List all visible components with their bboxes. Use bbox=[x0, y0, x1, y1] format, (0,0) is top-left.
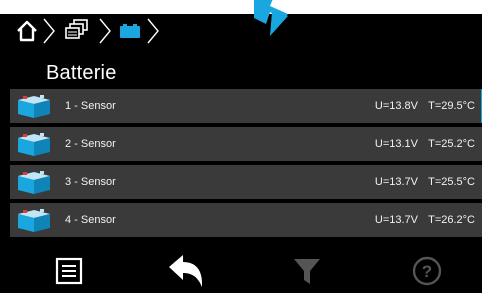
sensor-name: 2 - Sensor bbox=[65, 138, 116, 150]
footer-toolbar: ? bbox=[0, 246, 482, 293]
sensor-row[interactable]: 4 - Sensor U=13.7V T=26.2°C bbox=[10, 203, 482, 237]
sensor-list: 1 - Sensor U=13.8V T=29.5°C 2 - Sensor U… bbox=[10, 89, 482, 241]
page-title: Batterie bbox=[46, 62, 117, 84]
battery-icon bbox=[120, 24, 140, 38]
sensor-temperature: T=26.2°C bbox=[428, 214, 475, 226]
chevron-right-icon bbox=[99, 18, 111, 44]
car-battery-icon bbox=[18, 133, 50, 156]
home-icon bbox=[17, 20, 37, 42]
car-battery-icon bbox=[18, 171, 50, 194]
sensor-voltage: U=13.7V bbox=[374, 176, 418, 188]
chevron-right-icon bbox=[147, 18, 159, 44]
help-icon: ? bbox=[412, 256, 442, 286]
car-battery-icon bbox=[18, 209, 50, 232]
sensor-voltage: U=13.7V bbox=[374, 214, 418, 226]
pointer-arrow-icon bbox=[254, 0, 288, 36]
car-battery-icon bbox=[18, 95, 50, 118]
breadcrumb bbox=[12, 16, 172, 46]
breadcrumb-battery[interactable] bbox=[114, 16, 146, 46]
sensor-row[interactable]: 2 - Sensor U=13.1V T=25.2°C bbox=[10, 127, 482, 161]
sensor-temperature: T=29.5°C bbox=[428, 100, 475, 112]
svg-text:?: ? bbox=[422, 262, 432, 281]
sensor-name: 1 - Sensor bbox=[65, 100, 116, 112]
menu-icon bbox=[55, 257, 83, 285]
sensor-name: 4 - Sensor bbox=[65, 214, 116, 226]
filter-button[interactable] bbox=[286, 250, 328, 292]
sensor-temperature: T=25.5°C bbox=[428, 176, 475, 188]
breadcrumb-home[interactable] bbox=[12, 16, 42, 46]
pages-icon bbox=[65, 19, 88, 39]
help-button[interactable]: ? bbox=[406, 250, 448, 292]
breadcrumb-pages[interactable] bbox=[58, 16, 98, 46]
sensor-row[interactable]: 3 - Sensor U=13.7V T=25.5°C bbox=[10, 165, 482, 199]
sensor-temperature: T=25.2°C bbox=[428, 138, 475, 150]
sensor-voltage: U=13.8V bbox=[374, 100, 418, 112]
sensor-row[interactable]: 1 - Sensor U=13.8V T=29.5°C bbox=[10, 89, 482, 123]
sensor-name: 3 - Sensor bbox=[65, 176, 116, 188]
back-button[interactable] bbox=[164, 250, 206, 292]
chevron-right-icon bbox=[43, 18, 55, 44]
top-strip bbox=[0, 0, 482, 14]
filter-icon bbox=[294, 259, 320, 284]
back-icon bbox=[169, 255, 203, 287]
sensor-voltage: U=13.1V bbox=[374, 138, 418, 150]
menu-button[interactable] bbox=[48, 250, 90, 292]
